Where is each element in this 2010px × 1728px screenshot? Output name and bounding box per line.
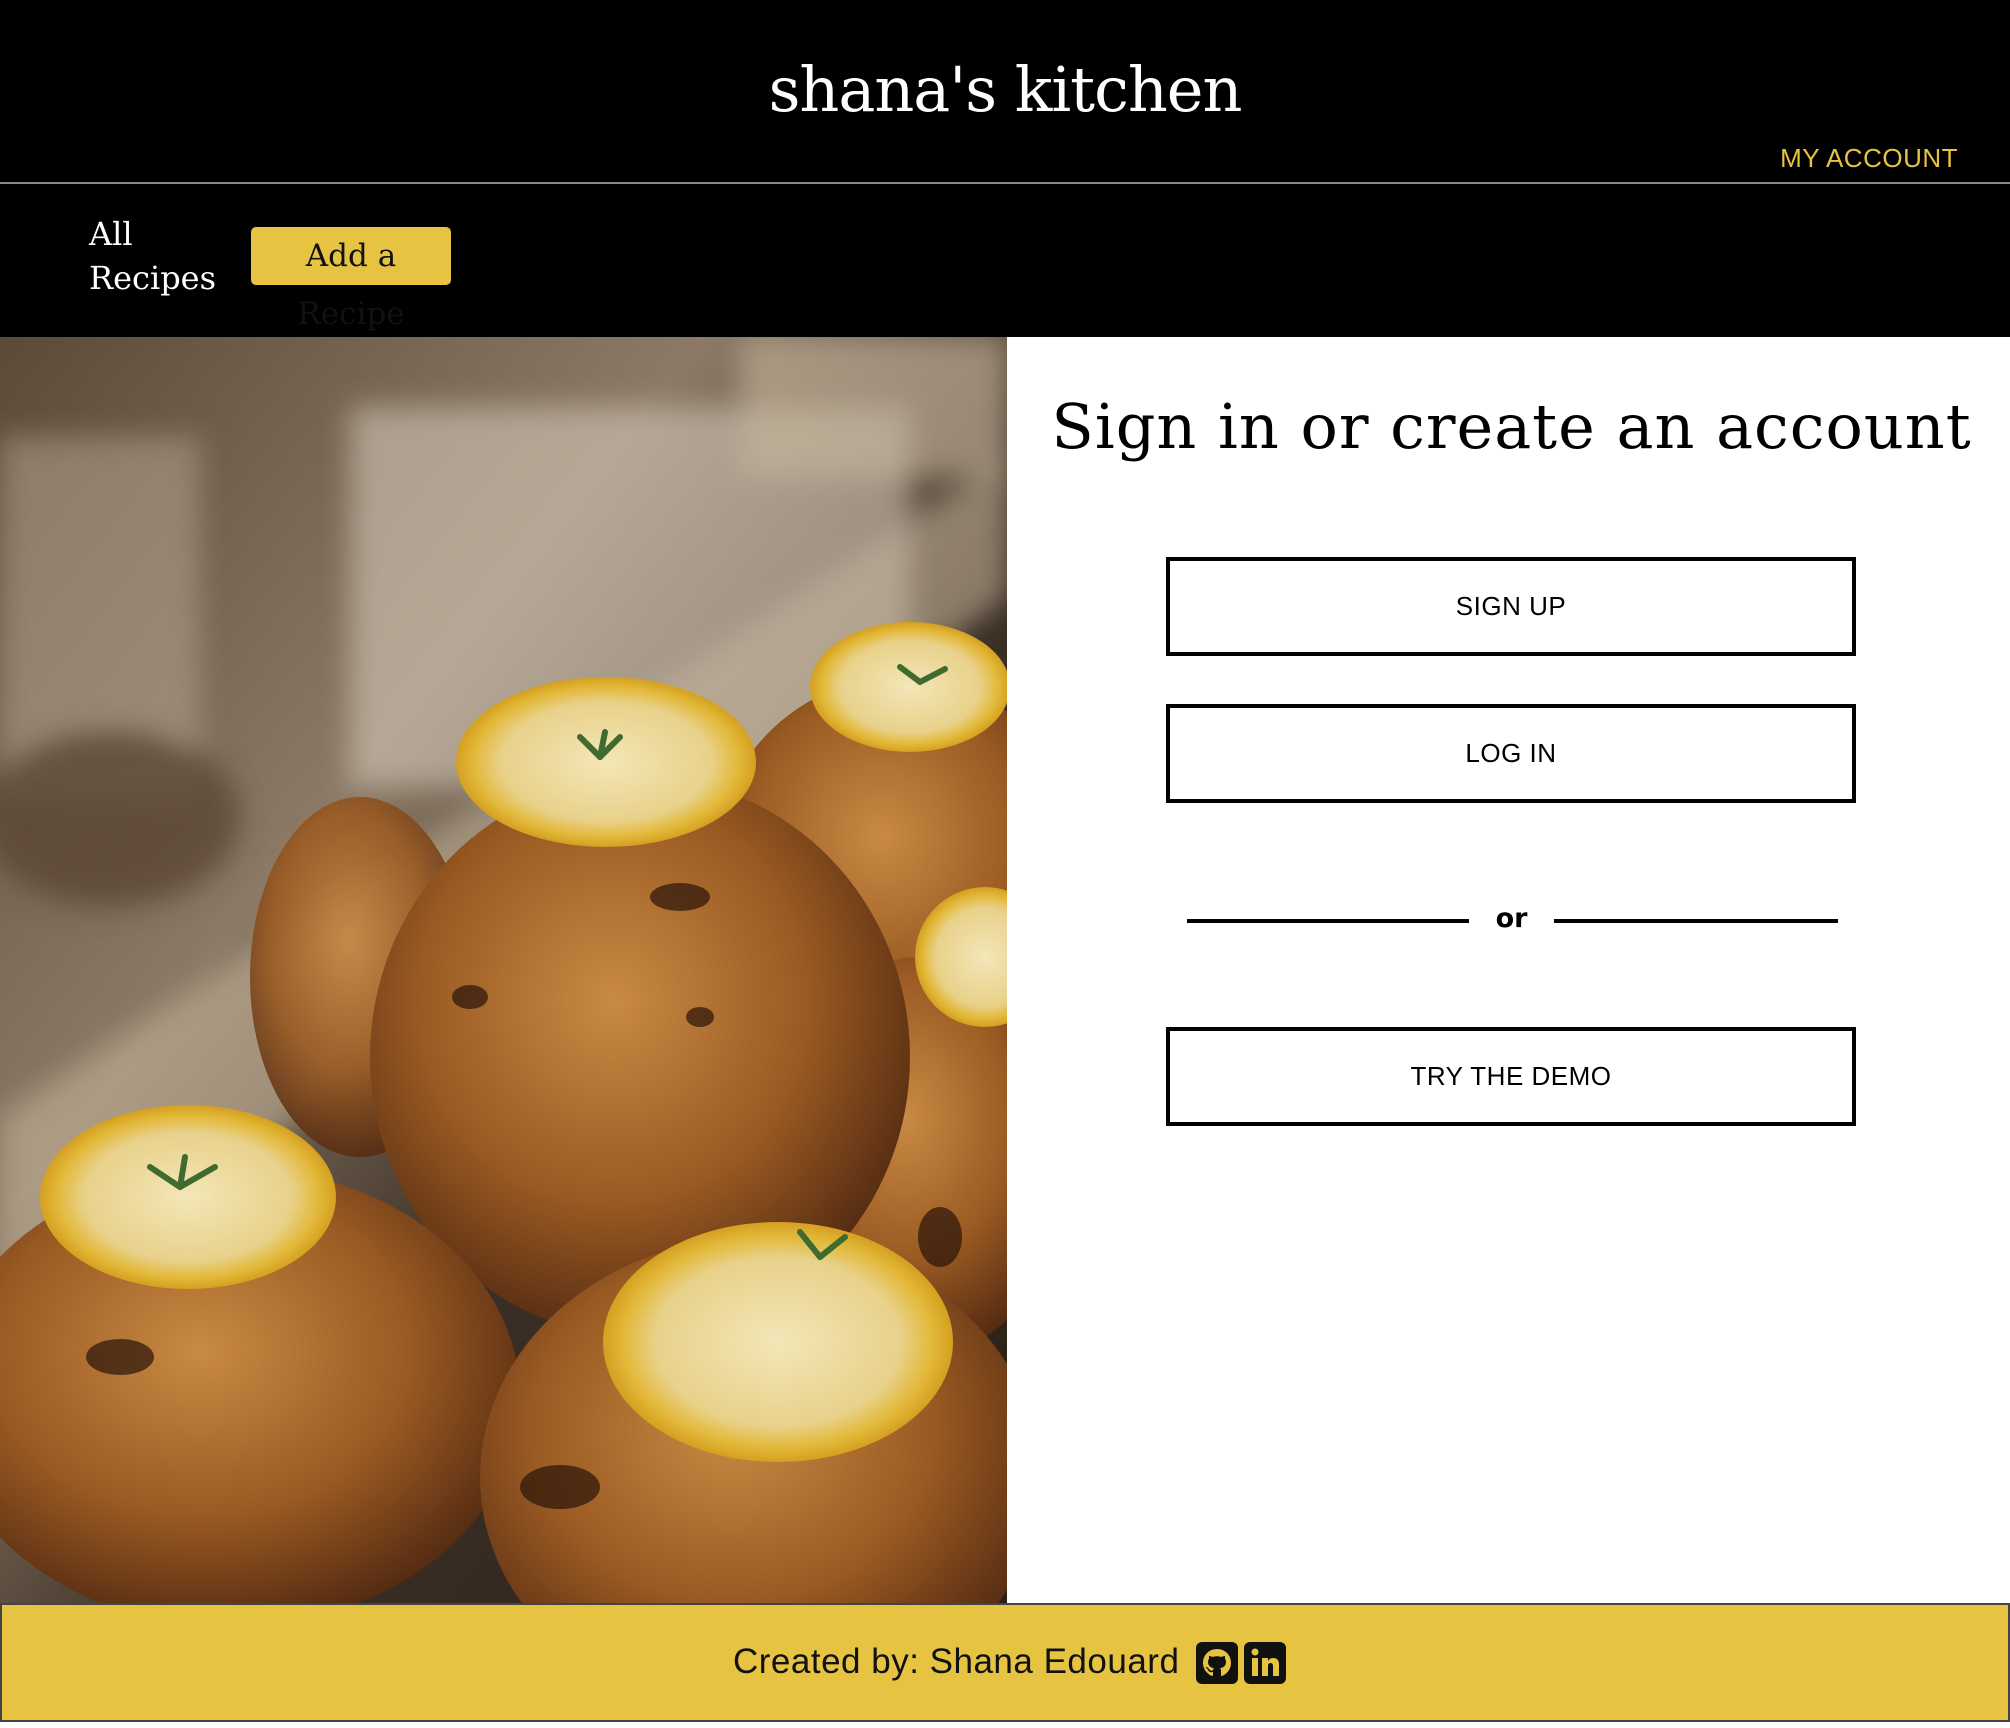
hero-food-photo bbox=[0, 337, 1007, 1603]
add-recipe-button[interactable]: Add a Recipe bbox=[251, 227, 451, 332]
or-divider: or bbox=[1187, 899, 1847, 939]
log-in-button[interactable]: LOG IN bbox=[1166, 704, 1856, 803]
divider-text: or bbox=[1495, 903, 1528, 934]
nav-bar: All Recipes Add a Recipe bbox=[0, 184, 2010, 337]
auth-title: Sign in or create an account bbox=[1051, 390, 1972, 463]
my-account-link[interactable]: MY ACCOUNT bbox=[1780, 142, 1958, 174]
divider-line-left bbox=[1187, 919, 1469, 923]
site-header: shana's kitchen MY ACCOUNT bbox=[0, 0, 2010, 184]
auth-panel: Sign in or create an account SIGN UP LOG… bbox=[1007, 337, 2010, 1603]
all-recipes-link[interactable]: All Recipes bbox=[89, 212, 219, 300]
site-footer: Created by: Shana Edouard bbox=[0, 1603, 2010, 1722]
sign-up-button[interactable]: SIGN UP bbox=[1166, 557, 1856, 656]
site-title[interactable]: shana's kitchen bbox=[0, 48, 2010, 132]
footer-credit: Created by: Shana Edouard bbox=[733, 1642, 1180, 1681]
try-demo-button[interactable]: TRY THE DEMO bbox=[1166, 1027, 1856, 1126]
divider-line-right bbox=[1554, 919, 1838, 923]
github-icon[interactable] bbox=[1196, 1642, 1238, 1684]
linkedin-icon[interactable] bbox=[1244, 1642, 1286, 1684]
